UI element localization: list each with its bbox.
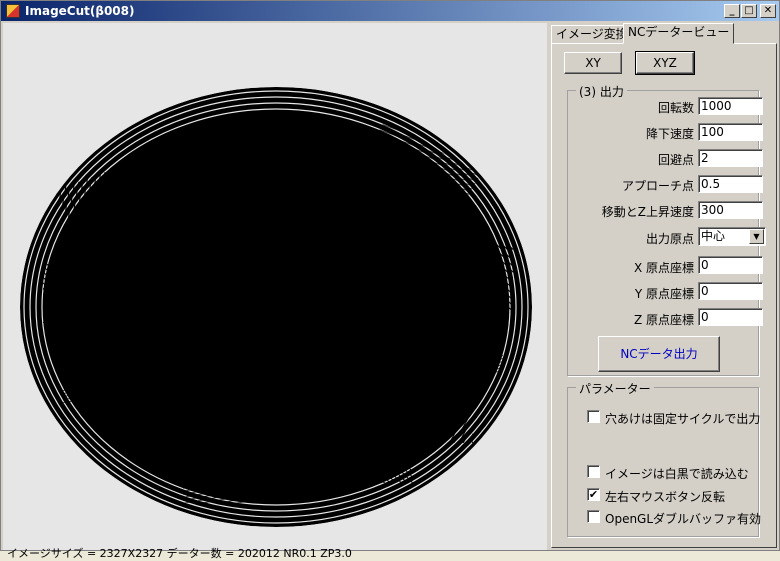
move-z-speed-input[interactable]: 300: [698, 201, 763, 219]
status-bar-text: イメージサイズ = 2327X2327 データー数 = 202012 NR0.1…: [7, 547, 352, 560]
minimize-button[interactable]: _: [724, 4, 740, 18]
parameters-group-legend: パラメーター: [576, 380, 654, 397]
output-group-legend: (3) 出力: [576, 83, 627, 100]
approach-point-input[interactable]: 0.5: [698, 175, 763, 193]
chevron-down-icon[interactable]: ▼: [749, 229, 764, 244]
right-panel: イメージ変換 NCデータービュー XY XYZ (3) 出力 回転数 1000 …: [549, 23, 779, 550]
maximize-button[interactable]: □: [741, 4, 757, 18]
x-origin-input[interactable]: 0: [698, 256, 763, 274]
swap-mouse-label[interactable]: 左右マウスボタン反転: [605, 488, 725, 505]
nc-toolpath-viewport[interactable]: イメージサイズ = 2327X2327 データー数 = 202012 NR0.1…: [3, 23, 547, 560]
fixed-cycle-checkbox[interactable]: [587, 410, 600, 423]
z-origin-input[interactable]: 0: [698, 308, 763, 326]
xyz-view-button[interactable]: XYZ: [635, 51, 695, 75]
rpm-input[interactable]: 1000: [698, 97, 763, 115]
fixed-cycle-label[interactable]: 穴あけは固定サイクルで出力: [605, 410, 760, 427]
app-icon[interactable]: [6, 4, 20, 18]
y-origin-input[interactable]: 0: [698, 282, 763, 300]
plunge-speed-label: 降下速度: [645, 127, 694, 141]
output-origin-value: 中心: [701, 229, 726, 243]
xy-view-button[interactable]: XY: [564, 52, 622, 74]
load-bw-label[interactable]: イメージは白黒で読み込む: [605, 465, 749, 482]
window-title: ImageCut(β008): [25, 4, 135, 18]
tab-page-nc-data-view: XY XYZ (3) 出力 回転数 1000 降下速度 100 回避点 2 アプ…: [551, 43, 777, 548]
plunge-speed-input[interactable]: 100: [698, 123, 763, 141]
title-bar[interactable]: ImageCut(β008) _ □ ✕: [1, 1, 779, 21]
output-group: (3) 出力 回転数 1000 降下速度 100 回避点 2 アプローチ点 0.…: [567, 83, 766, 376]
opengl-double-buffer-checkbox[interactable]: [587, 510, 600, 523]
retract-point-input[interactable]: 2: [698, 149, 763, 167]
nc-data-output-button[interactable]: NCデータ出力: [598, 336, 720, 372]
parameters-group: パラメーター 穴あけは固定サイクルで出力 イメージは白黒で読み込む ✔ 左右マウ…: [567, 380, 761, 537]
app-window: ImageCut(β008) _ □ ✕ イメージサイズ = 2327X2327…: [0, 0, 780, 560]
approach-point-label: アプローチ点: [621, 179, 694, 193]
z-origin-label: Z 原点座標: [633, 313, 694, 327]
load-bw-checkbox[interactable]: [587, 465, 600, 478]
tab-image-convert[interactable]: イメージ変換: [551, 25, 633, 44]
y-origin-label: Y 原点座標: [634, 287, 694, 301]
rpm-label: 回転数: [657, 101, 694, 115]
move-z-speed-label: 移動とZ上昇速度: [601, 205, 694, 219]
output-origin-label: 出力原点: [645, 232, 694, 246]
close-button[interactable]: ✕: [760, 4, 776, 18]
opengl-double-buffer-label[interactable]: OpenGLダブルバッファ有効: [605, 510, 761, 527]
swap-mouse-checkbox[interactable]: ✔: [587, 488, 600, 501]
tab-nc-data-view[interactable]: NCデータービュー: [623, 23, 735, 44]
toolpath-render: [20, 87, 532, 527]
output-origin-select[interactable]: 中心 ▼: [698, 227, 766, 246]
x-origin-label: X 原点座標: [633, 261, 694, 275]
retract-point-label: 回避点: [657, 153, 694, 167]
